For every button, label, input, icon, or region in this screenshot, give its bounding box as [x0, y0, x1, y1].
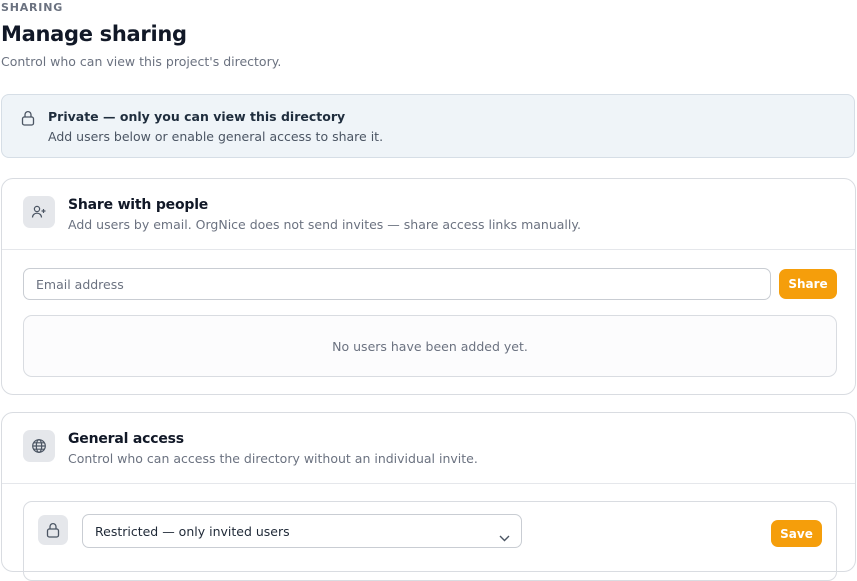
email-field[interactable] — [23, 268, 771, 300]
privacy-banner: Private — only you can view this directo… — [1, 94, 855, 158]
general-access-card: General access Control who can access th… — [1, 412, 856, 581]
page-subtitle: Control who can view this project's dire… — [1, 54, 282, 69]
save-button[interactable]: Save — [771, 520, 822, 547]
general-card-title: General access — [68, 431, 184, 447]
users-list-empty-state: No users have been added yet. — [23, 315, 837, 377]
globe-icon — [23, 430, 55, 462]
divider — [2, 249, 855, 250]
chevron-down-icon — [499, 527, 510, 546]
page-title: Manage sharing — [1, 22, 187, 46]
general-card-description: Control who can access the directory wit… — [68, 451, 478, 466]
access-level-select[interactable]: Restricted — only invited users — [82, 514, 522, 548]
empty-state-text: No users have been added yet. — [332, 338, 528, 354]
banner-text: Add users below or enable general access… — [48, 129, 384, 144]
share-card-title: Share with people — [68, 197, 209, 213]
access-level-value: Restricted — only invited users — [95, 524, 290, 539]
divider — [2, 483, 855, 484]
banner-title: Private — only you can view this directo… — [48, 109, 346, 124]
lock-icon — [38, 515, 68, 545]
share-card-description: Add users by email. OrgNice does not sen… — [68, 217, 581, 232]
share-with-people-card: Share with people Add users by email. Or… — [1, 178, 856, 395]
lock-icon — [21, 110, 35, 126]
share-button[interactable]: Share — [779, 269, 837, 299]
section-eyebrow: SHARING — [1, 1, 64, 14]
access-setting-row: Restricted — only invited users Save — [23, 501, 837, 581]
add-user-icon — [23, 196, 55, 228]
